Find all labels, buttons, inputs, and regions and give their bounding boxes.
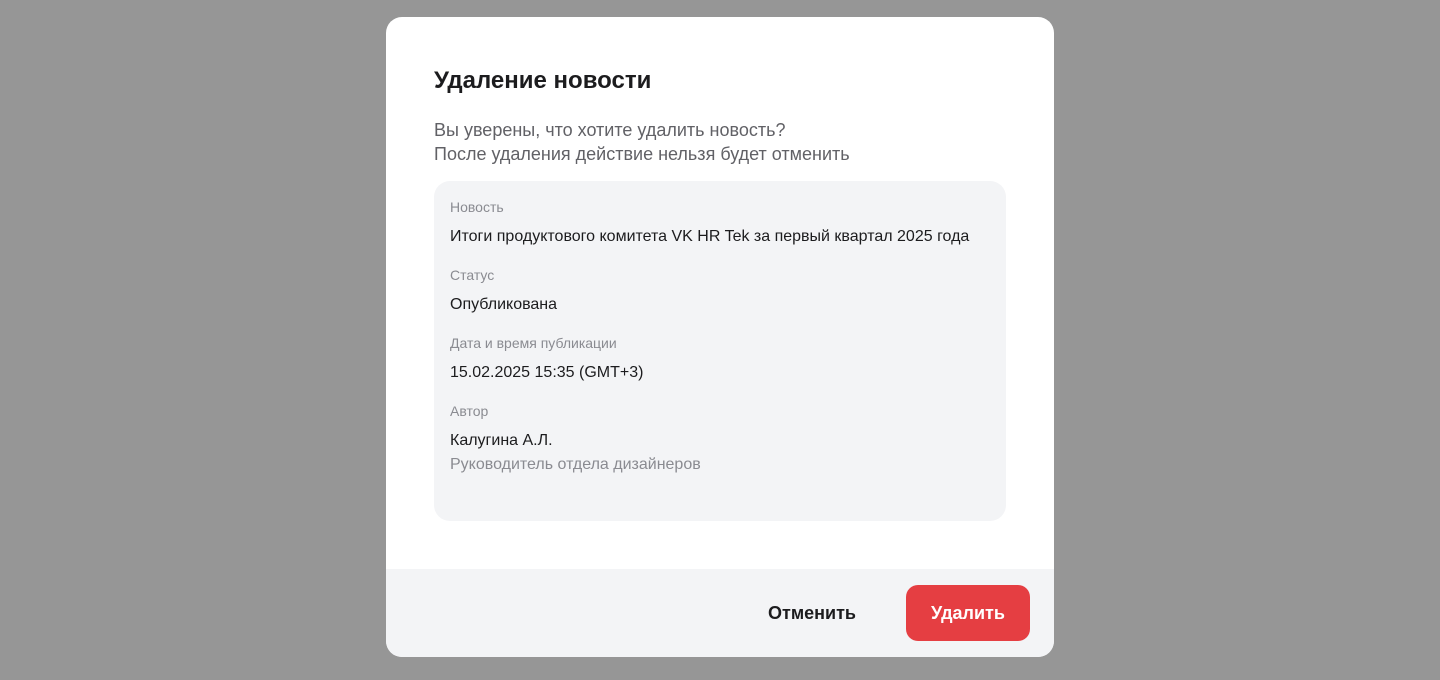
news-label: Новость <box>450 199 504 215</box>
author-position: Руководитель отдела дизайнеров <box>450 456 701 473</box>
author-label: Автор <box>450 403 489 419</box>
news-details-card: Новость Итоги продуктового комитета VK H… <box>434 181 1006 521</box>
status-label: Статус <box>450 267 495 283</box>
description-line-1: Вы уверены, что хотите удалить новость? <box>434 120 786 140</box>
delete-news-dialog: Удаление новости Вы уверены, что хотите … <box>386 17 1054 657</box>
cancel-button[interactable]: Отменить <box>750 585 874 641</box>
status-field: Статус Опубликована <box>450 265 990 317</box>
dialog-footer: Отменить Удалить <box>386 569 1054 657</box>
dialog-title: Удаление новости <box>434 67 652 94</box>
author-field: Автор Калугина А.Л. Руководитель отдела … <box>450 401 990 477</box>
news-field: Новость Итоги продуктового комитета VK H… <box>450 197 990 249</box>
publish-date-value: 15.02.2025 15:35 (GMT+3) <box>450 364 644 381</box>
news-title: Итоги продуктового комитета VK HR Tek за… <box>450 228 970 245</box>
author-name: Калугина А.Л. <box>450 432 553 449</box>
description-line-2: После удаления действие нельзя будет отм… <box>434 144 850 164</box>
delete-button[interactable]: Удалить <box>906 585 1030 641</box>
publish-date-field: Дата и время публикации 15.02.2025 15:35… <box>450 333 990 385</box>
publish-date-label: Дата и время публикации <box>450 335 617 351</box>
dialog-description: Вы уверены, что хотите удалить новость? … <box>434 118 1014 166</box>
status-value: Опубликована <box>450 296 558 313</box>
